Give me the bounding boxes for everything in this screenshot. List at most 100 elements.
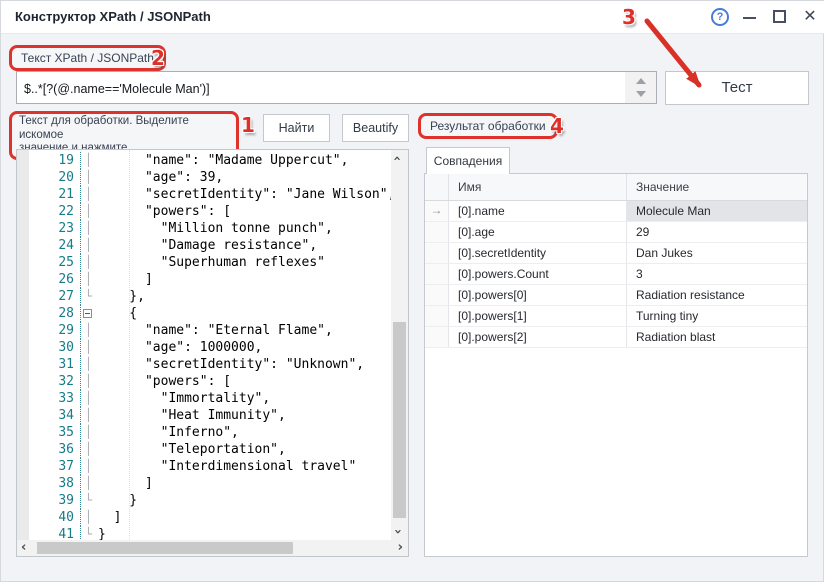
cell-name[interactable]: [0].name bbox=[449, 201, 627, 222]
scroll-down-icon[interactable]: › bbox=[390, 529, 405, 534]
code-line[interactable]: 38│ ] bbox=[29, 475, 391, 492]
matches-tab[interactable]: Совпадения bbox=[426, 147, 510, 174]
cell-value[interactable]: 29 bbox=[627, 222, 807, 243]
code-line[interactable]: 20│ "age": 39, bbox=[29, 169, 391, 186]
fold-marker-icon[interactable]: │ bbox=[81, 356, 96, 373]
code-line[interactable]: 30│ "age": 1000000, bbox=[29, 339, 391, 356]
table-row[interactable]: [0].powers[0]Radiation resistance bbox=[425, 285, 807, 306]
code-line[interactable]: 32│ "powers": [ bbox=[29, 373, 391, 390]
fold-marker-icon[interactable] bbox=[81, 305, 96, 322]
fold-marker-icon[interactable]: │ bbox=[81, 254, 96, 271]
editor-hscrollbar[interactable]: ‹ › bbox=[17, 540, 408, 556]
scroll-up-icon[interactable]: › bbox=[390, 156, 405, 161]
fold-marker-icon[interactable]: │ bbox=[81, 271, 96, 288]
fold-marker-icon[interactable]: │ bbox=[81, 203, 96, 220]
code-line[interactable]: 39└ } bbox=[29, 492, 391, 509]
fold-marker-icon[interactable]: │ bbox=[81, 475, 96, 492]
fold-marker-icon[interactable]: │ bbox=[81, 152, 96, 169]
cell-name[interactable]: [0].powers[2] bbox=[449, 327, 627, 348]
table-row[interactable]: [0].powers.Count3 bbox=[425, 264, 807, 285]
table-row[interactable]: [0].powers[1]Turning tiny bbox=[425, 306, 807, 327]
table-body: →[0].nameMolecule Man[0].age29[0].secret… bbox=[425, 201, 807, 348]
scroll-right-icon[interactable]: › bbox=[398, 540, 403, 555]
code-line[interactable]: 27└ }, bbox=[29, 288, 391, 305]
fold-marker-icon[interactable]: └ bbox=[81, 288, 96, 305]
cell-value[interactable]: Radiation resistance bbox=[627, 285, 807, 306]
fold-marker-icon[interactable]: │ bbox=[81, 186, 96, 203]
code-line[interactable]: 40│ ] bbox=[29, 509, 391, 526]
line-number: 36 bbox=[29, 441, 81, 458]
cell-name[interactable]: [0].powers[0] bbox=[449, 285, 627, 306]
code-line[interactable]: 41└} bbox=[29, 526, 391, 540]
cell-name[interactable]: [0].age bbox=[449, 222, 627, 243]
code-line[interactable]: 36│ "Teleportation", bbox=[29, 441, 391, 458]
fold-marker-icon[interactable]: │ bbox=[81, 339, 96, 356]
fold-marker-icon[interactable]: │ bbox=[81, 458, 96, 475]
fold-marker-icon[interactable]: │ bbox=[81, 220, 96, 237]
fold-marker-icon[interactable]: │ bbox=[81, 169, 96, 186]
code-line[interactable]: 22│ "powers": [ bbox=[29, 203, 391, 220]
editor-vscrollbar[interactable]: › › bbox=[391, 150, 408, 540]
fold-marker-icon[interactable]: └ bbox=[81, 492, 96, 509]
fold-marker-icon[interactable]: │ bbox=[81, 509, 96, 526]
fold-marker-icon[interactable]: │ bbox=[81, 407, 96, 424]
fold-marker-icon[interactable]: └ bbox=[81, 526, 96, 540]
fold-collapse-icon[interactable] bbox=[83, 309, 92, 318]
row-indicator-icon bbox=[425, 285, 449, 306]
table-row[interactable]: [0].powers[2]Radiation blast bbox=[425, 327, 807, 348]
line-number: 24 bbox=[29, 237, 81, 254]
code-line[interactable]: 34│ "Heat Immunity", bbox=[29, 407, 391, 424]
editor-lines[interactable]: 19│ "name": "Madame Uppercut",20│ "age":… bbox=[29, 150, 391, 540]
fold-marker-icon[interactable]: │ bbox=[81, 390, 96, 407]
line-number: 28 bbox=[29, 305, 81, 322]
code-line[interactable]: 33│ "Immortality", bbox=[29, 390, 391, 407]
line-number: 26 bbox=[29, 271, 81, 288]
code-line[interactable]: 37│ "Interdimensional travel" bbox=[29, 458, 391, 475]
fold-marker-icon[interactable]: │ bbox=[81, 237, 96, 254]
cell-name[interactable]: [0].powers[1] bbox=[449, 306, 627, 327]
code-text: "Teleportation", bbox=[96, 441, 391, 458]
code-line[interactable]: 24│ "Damage resistance", bbox=[29, 237, 391, 254]
code-text: "Superhuman reflexes" bbox=[96, 254, 391, 271]
scroll-left-icon[interactable]: ‹ bbox=[21, 540, 26, 555]
find-button[interactable]: Найти bbox=[263, 114, 330, 142]
column-header-value[interactable]: Значение bbox=[627, 174, 807, 200]
code-line[interactable]: 29│ "name": "Eternal Flame", bbox=[29, 322, 391, 339]
column-header-name[interactable]: Имя bbox=[449, 174, 627, 200]
cell-value[interactable]: Radiation blast bbox=[627, 327, 807, 348]
fold-marker-icon[interactable]: │ bbox=[81, 441, 96, 458]
cell-name[interactable]: [0].secretIdentity bbox=[449, 243, 627, 264]
code-editor[interactable]: 19│ "name": "Madame Uppercut",20│ "age":… bbox=[16, 149, 409, 557]
table-row[interactable]: [0].secretIdentityDan Jukes bbox=[425, 243, 807, 264]
close-icon[interactable]: ✕ bbox=[800, 6, 820, 28]
code-line[interactable]: 26│ ] bbox=[29, 271, 391, 288]
xpath-input[interactable] bbox=[17, 72, 625, 103]
fold-marker-icon[interactable]: │ bbox=[81, 322, 96, 339]
cell-value[interactable]: Turning tiny bbox=[627, 306, 807, 327]
cell-value[interactable]: Dan Jukes bbox=[627, 243, 807, 264]
line-number: 35 bbox=[29, 424, 81, 441]
fold-marker-icon[interactable]: │ bbox=[81, 424, 96, 441]
table-row[interactable]: →[0].nameMolecule Man bbox=[425, 201, 807, 222]
cell-value[interactable]: Molecule Man bbox=[627, 201, 807, 222]
cell-value[interactable]: 3 bbox=[627, 264, 807, 285]
table-row[interactable]: [0].age29 bbox=[425, 222, 807, 243]
code-text: "secretIdentity": "Jane Wilson", bbox=[96, 186, 391, 203]
code-text: "powers": [ bbox=[96, 373, 391, 390]
code-line[interactable]: 21│ "secretIdentity": "Jane Wilson", bbox=[29, 186, 391, 203]
code-text: ] bbox=[96, 271, 391, 288]
code-line[interactable]: 25│ "Superhuman reflexes" bbox=[29, 254, 391, 271]
result-label: Результат обработки bbox=[418, 113, 558, 139]
fold-marker-icon[interactable]: │ bbox=[81, 373, 96, 390]
beautify-button[interactable]: Beautify bbox=[342, 114, 409, 142]
code-line[interactable]: 19│ "name": "Madame Uppercut", bbox=[29, 152, 391, 169]
code-line[interactable]: 23│ "Million tonne punch", bbox=[29, 220, 391, 237]
code-line[interactable]: 28 { bbox=[29, 305, 391, 322]
code-line[interactable]: 35│ "Inferno", bbox=[29, 424, 391, 441]
cell-name[interactable]: [0].powers.Count bbox=[449, 264, 627, 285]
vscroll-thumb[interactable] bbox=[393, 322, 406, 518]
hscroll-thumb[interactable] bbox=[37, 542, 293, 554]
minimize-icon[interactable] bbox=[743, 17, 756, 19]
code-line[interactable]: 31│ "secretIdentity": "Unknown", bbox=[29, 356, 391, 373]
maximize-icon[interactable] bbox=[773, 10, 786, 23]
